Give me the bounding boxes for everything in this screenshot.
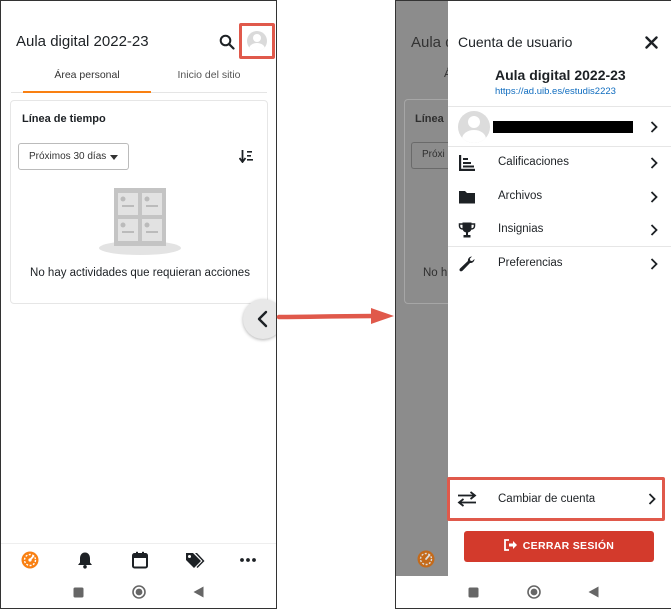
user-account-drawer: Cuenta de usuario Aula digital 2022-23 h…: [447, 1, 671, 576]
logout-label: CERRAR SESIÓN: [522, 540, 615, 552]
menu-item-label: Preferencias: [498, 257, 563, 269]
site-url-link[interactable]: https://ad.uib.es/estudis2223: [495, 86, 616, 97]
search-icon[interactable]: [219, 34, 235, 50]
user-avatar-button[interactable]: [239, 23, 275, 59]
wrench-icon: [459, 256, 475, 272]
timeline-filter-dropdown[interactable]: Próximos 30 días: [18, 143, 129, 170]
grades-icon: [459, 155, 475, 171]
dimmed-timeline-fragment: Línea: [415, 113, 444, 125]
menu-item-label: Calificaciones: [498, 156, 569, 168]
menu-item-preferencias[interactable]: Preferencias: [448, 247, 671, 280]
dimmed-background[interactable]: Aula d Á Línea Próxi No h: [396, 1, 454, 576]
menu-item-archivos[interactable]: Archivos: [448, 180, 671, 213]
drawer-title: Cuenta de usuario: [458, 34, 573, 50]
tab-inicio-sitio[interactable]: Inicio del sitio: [151, 61, 267, 93]
back-triangle-icon[interactable]: [193, 586, 204, 598]
chevron-right-icon: [650, 224, 658, 236]
square-icon[interactable]: [468, 587, 479, 598]
chevron-left-icon: [257, 310, 268, 328]
sort-icon[interactable]: [239, 149, 253, 163]
dimmed-filter-fragment: Próxi: [422, 149, 445, 160]
user-name-redacted[interactable]: [493, 121, 633, 133]
square-icon[interactable]: [73, 587, 84, 598]
chevron-right-icon: [650, 157, 658, 169]
switch-arrows-icon: [457, 491, 477, 507]
transition-arrow: [276, 308, 394, 324]
timeline-filter-value: Próximos 30 días: [29, 151, 107, 162]
tags-icon[interactable]: [185, 551, 205, 569]
site-name: Aula digital 2022-23: [495, 67, 626, 83]
menu-item-label: Insignias: [498, 223, 544, 235]
close-icon[interactable]: [645, 36, 658, 49]
logout-icon: [503, 539, 517, 552]
caret-down-icon: [110, 155, 118, 160]
chevron-right-icon: [650, 121, 658, 133]
timeline-card: Línea de tiempo Próximos 30 días No hay …: [10, 100, 268, 304]
chevron-right-icon: [650, 258, 658, 270]
more-icon[interactable]: [239, 551, 257, 569]
tab-bar: Área personal Inicio del sitio: [11, 61, 267, 93]
folder-icon: [459, 191, 475, 204]
logout-button[interactable]: CERRAR SESIÓN: [464, 531, 654, 562]
tab-area-personal[interactable]: Área personal: [23, 61, 151, 93]
circle-icon[interactable]: [132, 585, 146, 599]
page-title: Aula digital 2022-23: [16, 33, 149, 50]
user-avatar-icon: [247, 31, 267, 51]
dimmed-empty-fragment: No h: [423, 267, 448, 279]
dashboard-icon[interactable]: [21, 551, 39, 569]
menu-item-insignias[interactable]: Insignias: [448, 213, 671, 246]
timeline-title: Línea de tiempo: [22, 113, 106, 125]
right-phone-screen: Aula d Á Línea Próxi No h Cuenta de usua…: [395, 0, 671, 609]
calendar-icon[interactable]: [131, 551, 149, 569]
bell-icon[interactable]: [76, 551, 94, 569]
system-nav-bar: [396, 577, 671, 608]
dashboard-icon: [417, 550, 435, 568]
system-nav-bar: [1, 577, 276, 608]
menu-item-label: Archivos: [498, 190, 543, 202]
bottom-nav: [1, 543, 276, 577]
switch-account-label: Cambiar de cuenta: [498, 493, 596, 505]
chevron-right-icon: [650, 191, 658, 203]
circle-icon[interactable]: [527, 585, 541, 599]
trophy-icon: [458, 222, 476, 238]
user-avatar-icon: [458, 111, 490, 143]
divider: [448, 106, 671, 107]
switch-account-button[interactable]: Cambiar de cuenta: [447, 477, 665, 521]
menu-item-calificaciones[interactable]: Calificaciones: [448, 146, 671, 179]
timeline-empty-message: No hay actividades que requieran accione…: [30, 267, 250, 279]
empty-timeline-illustration: [99, 188, 181, 255]
chevron-right-icon: [648, 493, 656, 505]
open-drawer-button[interactable]: [243, 299, 276, 339]
left-phone-screen: Aula digital 2022-23 Área personal Inici…: [0, 0, 277, 609]
back-triangle-icon[interactable]: [588, 586, 599, 598]
